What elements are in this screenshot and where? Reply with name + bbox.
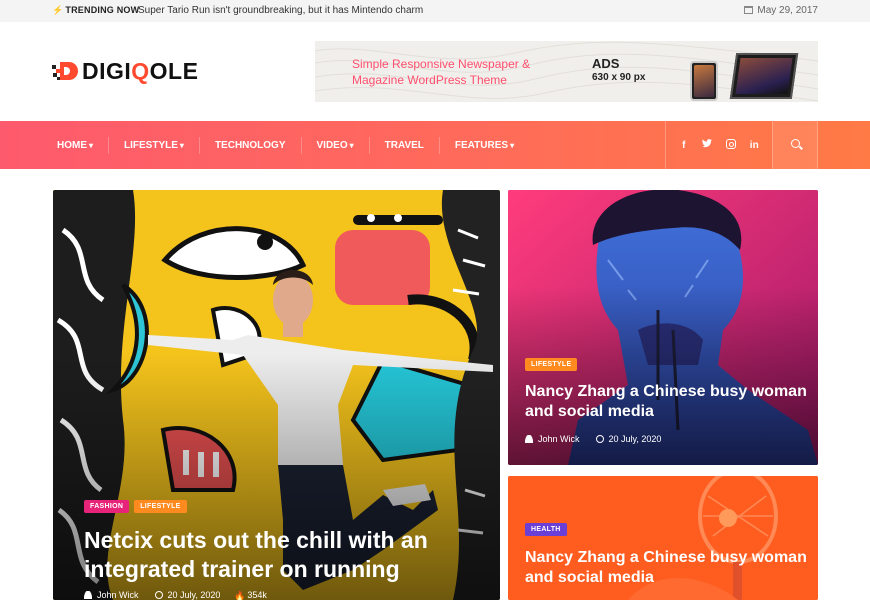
nav-menu: HOME ▾ LIFESTYLE ▾ TECHNOLOGY VIDEO ▾ TRAVE…: [42, 121, 529, 169]
main-nav: HOME ▾ LIFESTYLE ▾ TECHNOLOGY VIDEO ▾ TRAVE…: [0, 121, 870, 169]
linkedin-icon[interactable]: in: [747, 140, 761, 151]
nav-item-technology-label: TECHNOLOGY: [214, 139, 286, 151]
nav-item-lifestyle-label: LIFESTYLE: [124, 139, 178, 151]
calendar-icon: [744, 6, 754, 14]
nav-item-features[interactable]: FEATURES ▾: [438, 136, 529, 154]
ad-size: 630 x 90 px: [592, 72, 646, 83]
chevron-down-icon: ▾: [89, 140, 94, 150]
nav-item-travel-label: TRAVEL: [384, 139, 424, 151]
site-logo[interactable]: DIGIQOLE: [52, 58, 198, 84]
tag-health[interactable]: HEALTH: [525, 523, 567, 536]
top-bar: ⚡ TRENDING NOW Super Tario Run isn't grou…: [0, 0, 870, 22]
search-button[interactable]: [772, 121, 818, 169]
post-author[interactable]: John Wick: [538, 434, 580, 444]
facebook-icon[interactable]: f: [677, 140, 691, 151]
post-meta: John Wick 20 July, 2020: [525, 434, 661, 444]
tag-fashion[interactable]: FASHION: [84, 500, 130, 513]
featured-post-tags: FASHION LIFESTYLE: [84, 500, 187, 513]
social-links: f in: [665, 121, 772, 169]
phone-image: [690, 61, 718, 101]
tag-lifestyle[interactable]: LIFESTYLE: [134, 500, 187, 513]
nav-item-video-label: VIDEO: [316, 139, 348, 151]
logo-mark-icon: [52, 60, 80, 82]
current-date-text: May 29, 2017: [757, 5, 818, 16]
instagram-icon[interactable]: [724, 138, 738, 152]
featured-post-meta: John Wick 20 July, 2020 🔥 354k: [84, 590, 267, 600]
clock-icon: [154, 591, 163, 599]
nav-item-lifestyle[interactable]: LIFESTYLE ▾: [108, 136, 199, 154]
bolt-icon: ⚡: [52, 5, 64, 15]
twitter-icon[interactable]: [700, 139, 714, 151]
post-card[interactable]: HEALTH Nancy Zhang a Chinese busy woman …: [508, 476, 818, 600]
post-date: 20 July, 2020: [167, 590, 221, 600]
logo-text-q: Q: [131, 57, 150, 84]
user-icon: [84, 591, 92, 599]
nav-item-features-label: FEATURES: [454, 139, 509, 151]
current-date: May 29, 2017: [744, 5, 818, 16]
chevron-down-icon: ▾: [510, 140, 515, 150]
post-author[interactable]: John Wick: [97, 590, 139, 600]
featured-post-title[interactable]: Netcix cuts out the chill with an integr…: [84, 526, 484, 584]
user-icon: [525, 435, 533, 443]
nav-item-technology[interactable]: TECHNOLOGY: [198, 136, 301, 154]
chevron-down-icon: ▾: [179, 140, 184, 150]
clock-icon: [595, 435, 604, 443]
post-date: 20 July, 2020: [608, 434, 662, 444]
logo-text: DIGIQOLE: [82, 58, 198, 85]
nav-item-home[interactable]: HOME ▾: [42, 137, 108, 154]
post-title[interactable]: Nancy Zhang a Chinese busy woman and soc…: [525, 548, 810, 588]
chevron-down-icon: ▾: [349, 140, 354, 150]
trending-label: ⚡ TRENDING NOW: [52, 5, 139, 16]
featured-post-card[interactable]: FASHION LIFESTYLE Netcix cuts out the ch…: [53, 190, 500, 600]
logo-text-prefix: DIGI: [82, 57, 132, 84]
post-title[interactable]: Nancy Zhang a Chinese busy woman and soc…: [525, 382, 810, 422]
nav-item-video[interactable]: VIDEO ▾: [300, 136, 369, 154]
post-views: 354k: [247, 590, 267, 600]
post-card[interactable]: LIFESTYLE Nancy Zhang a Chinese busy wom…: [508, 190, 818, 465]
nav-item-home-label: HOME: [57, 139, 87, 151]
nav-item-travel[interactable]: TRAVEL: [368, 136, 439, 154]
ad-label: ADS: [592, 56, 620, 71]
tag-lifestyle[interactable]: LIFESTYLE: [525, 358, 578, 371]
search-icon: [791, 139, 800, 148]
laptop-image: [729, 53, 799, 99]
ad-title: Simple Responsive Newspaper & Magazine W…: [352, 57, 531, 87]
logo-text-suffix: OLE: [149, 57, 199, 84]
header-ad-banner[interactable]: Simple Responsive Newspaper & Magazine W…: [315, 41, 818, 102]
trending-label-text: TRENDING NOW: [65, 5, 140, 15]
trending-headline-link[interactable]: Super Tario Run isn't groundbreaking, bu…: [138, 5, 423, 16]
fire-icon: 🔥: [234, 591, 246, 600]
